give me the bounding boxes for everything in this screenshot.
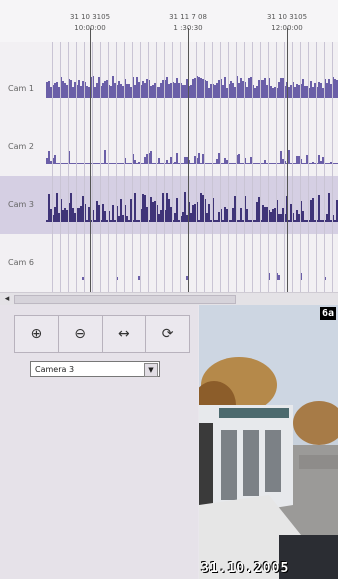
grid-line — [108, 42, 109, 292]
refresh-icon: ⟳ — [161, 326, 174, 342]
grid-line — [140, 42, 141, 292]
camera-select-value: Camera 3 — [35, 365, 75, 374]
marker-date: 31 10 3105 — [266, 13, 308, 21]
zoom-out-button[interactable]: ⊖ — [59, 316, 103, 352]
grid-line — [52, 42, 53, 292]
control-panel: ⊕ ⊖ ↔ ⟳ Camera 3 ▼ — [0, 305, 198, 579]
activity-bar — [176, 198, 178, 222]
grid-line — [132, 42, 133, 292]
grid-line — [300, 42, 301, 292]
activity-bar — [312, 197, 314, 222]
zoom-out-icon: ⊖ — [74, 326, 86, 342]
marker-date: 31 11 7 08 — [169, 13, 207, 21]
grid-line — [124, 42, 125, 292]
grid-line — [260, 42, 261, 292]
grid-line — [164, 42, 165, 292]
time-cursor-line — [287, 28, 288, 292]
scrollbar-thumb[interactable] — [14, 295, 236, 304]
grid-line — [196, 42, 197, 292]
grid-line — [116, 42, 117, 292]
activity-bar — [278, 275, 280, 280]
grid-line — [172, 42, 173, 292]
marker-date: 31 10 3105 — [69, 13, 111, 21]
grid-line — [276, 42, 277, 292]
grid-line — [76, 42, 77, 292]
grid-line — [308, 42, 309, 292]
grid-line — [316, 42, 317, 292]
zoom-toolbar: ⊕ ⊖ ↔ ⟳ — [14, 315, 190, 353]
timeline-scrollbar[interactable]: ◂ — [0, 292, 338, 305]
grid-line — [228, 42, 229, 292]
grid-line — [100, 42, 101, 292]
camera-id-overlay: 6a — [319, 307, 336, 320]
grid-line — [68, 42, 69, 292]
fit-range-button[interactable]: ↔ — [103, 316, 147, 352]
grid-line — [252, 42, 253, 292]
zoom-in-icon: ⊕ — [30, 326, 43, 342]
grid-line — [180, 42, 181, 292]
grid-line — [148, 42, 149, 292]
activity-bar — [134, 192, 136, 222]
date-stamp-overlay: 31.10.2005 — [201, 561, 290, 576]
grid-line — [284, 42, 285, 292]
fit-range-icon: ↔ — [118, 326, 130, 342]
camera-preview: 6a 31.10.2005 — [199, 305, 338, 579]
grid-line — [212, 42, 213, 292]
camera-lane-label: Cam 2 — [8, 142, 34, 151]
time-cursor-line — [188, 28, 189, 292]
activity-bar — [328, 192, 330, 222]
time-cursor-line — [90, 28, 91, 292]
activity-bar — [318, 195, 320, 222]
grid-line — [292, 42, 293, 292]
grid-line — [92, 42, 93, 292]
grid-line — [84, 42, 85, 292]
grid-line — [236, 42, 237, 292]
camera-lane-label: Cam 6 — [8, 258, 34, 267]
grid-line — [244, 42, 245, 292]
activity-bar — [104, 150, 106, 164]
scroll-left-icon[interactable]: ◂ — [2, 294, 12, 304]
camera-select[interactable]: Camera 3 ▼ — [30, 361, 160, 377]
grid-line — [268, 42, 269, 292]
grid-line — [156, 42, 157, 292]
refresh-button[interactable]: ⟳ — [146, 316, 189, 352]
camera-lane-label: Cam 3 — [8, 200, 34, 209]
activity-bar — [288, 150, 290, 164]
camera-view-image — [199, 305, 338, 579]
grid-line — [204, 42, 205, 292]
zoom-in-button[interactable]: ⊕ — [15, 316, 59, 352]
camera-lane-label: Cam 1 — [8, 84, 34, 93]
grid-line — [220, 42, 221, 292]
timeline-panel[interactable]: 31 10 3105 10:00:00 31 11 7 08 1 :30:30 … — [0, 0, 338, 292]
grid-line — [60, 42, 61, 292]
grid-line — [332, 42, 333, 292]
grid-line — [324, 42, 325, 292]
chevron-down-icon[interactable]: ▼ — [144, 363, 158, 377]
